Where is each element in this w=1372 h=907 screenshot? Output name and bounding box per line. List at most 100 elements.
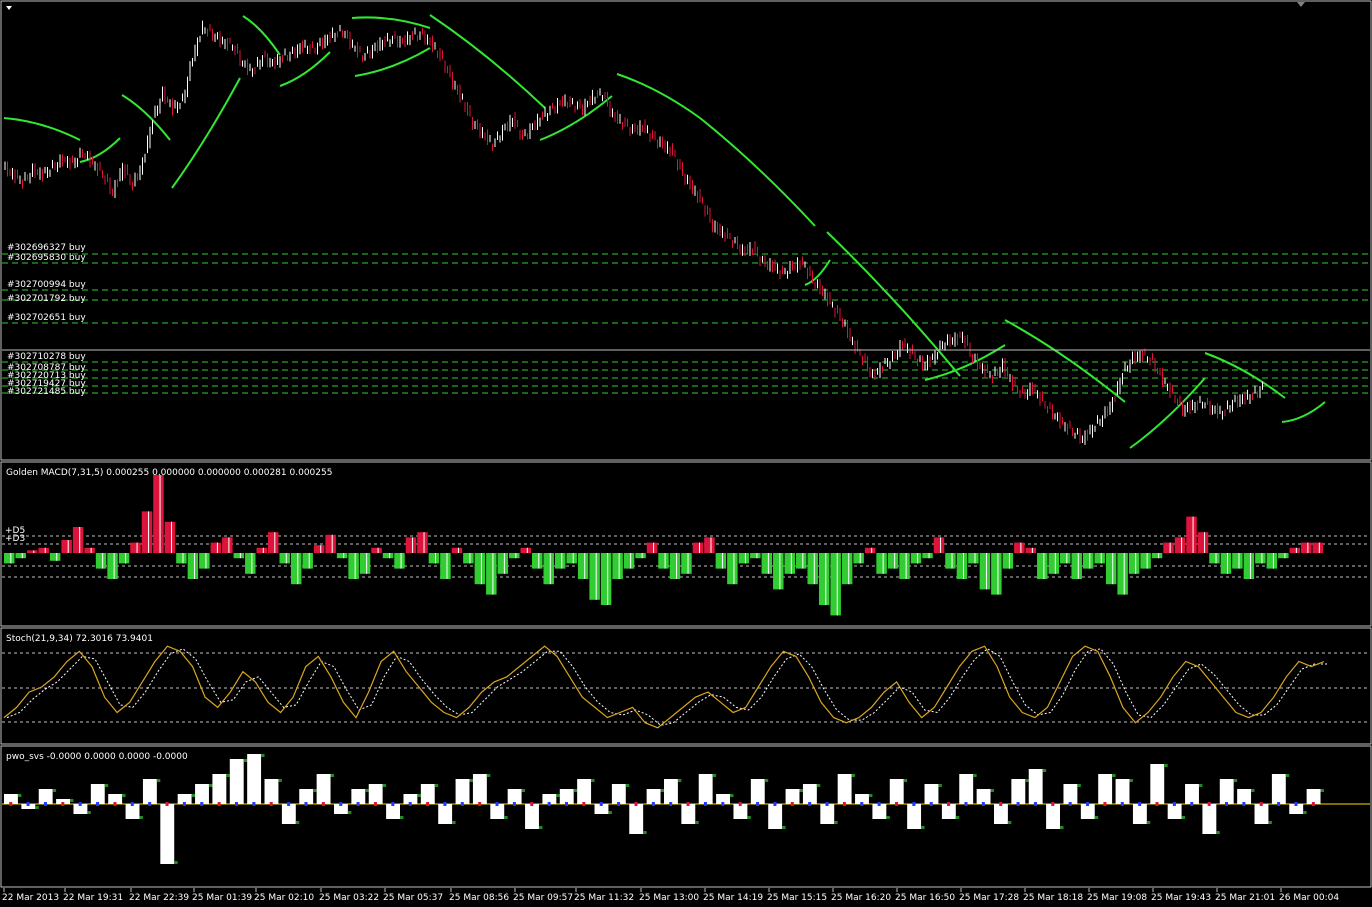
time-label: 25 Mar 21:01 [1215, 893, 1275, 903]
pwo-edge [625, 784, 630, 787]
macd-bar-highlight [779, 553, 781, 590]
pwo-edge [1181, 816, 1186, 819]
stoch-title: Stoch(21,9,34) 72.3016 73.9401 [6, 634, 153, 644]
macd-bar [61, 540, 72, 553]
macd-bar [1220, 553, 1232, 574]
pwo-bar [1254, 804, 1269, 824]
macd-bar [474, 553, 486, 585]
macd-bar-highlight [193, 553, 195, 579]
pwo-marker [947, 802, 951, 806]
macd-bar [336, 553, 348, 559]
pwo-edge [591, 779, 595, 782]
stoch-panel[interactable] [0, 627, 1372, 745]
pwo-edge [903, 779, 908, 782]
pwo-marker [1207, 802, 1211, 806]
macd-bar-highlight [56, 553, 58, 561]
macd-bar [348, 553, 359, 579]
pwo-marker [1016, 802, 1020, 806]
macd-bar [704, 537, 715, 553]
pwo-bar [1132, 804, 1147, 824]
macd-bar-highlight [469, 553, 471, 564]
pwo-edge [1112, 774, 1116, 777]
macd-bar-highlight [1158, 553, 1160, 559]
pwo-marker [912, 802, 916, 806]
macd-bar-highlight [515, 553, 517, 559]
macd-bar [245, 553, 256, 574]
macd-bar-highlight [67, 540, 69, 553]
macd-bar [669, 553, 681, 579]
pwo-bar [820, 804, 835, 824]
time-label: 25 Mar 16:20 [831, 893, 891, 903]
macd-bar [268, 532, 279, 553]
pwo-bar [1011, 779, 1026, 804]
macd-bar-highlight [1227, 553, 1229, 574]
macd-bar-highlight [503, 553, 505, 574]
time-label: 25 Mar 08:56 [449, 893, 509, 903]
macd-bar-highlight [1146, 553, 1148, 569]
order-label: #302695830 buy [7, 253, 86, 263]
pwo-bar [681, 804, 696, 824]
macd-bar [313, 545, 325, 553]
macd-bar [933, 537, 945, 553]
time-label: 25 Mar 05:37 [383, 893, 443, 903]
macd-bar-highlight [1238, 553, 1240, 569]
macd-bar-highlight [951, 553, 953, 569]
pwo-bar [768, 804, 783, 829]
pwo-edge [573, 789, 578, 792]
macd-bar [979, 553, 991, 590]
pwo-edge [1285, 774, 1290, 777]
time-label: 25 Mar 18:18 [1023, 893, 1083, 903]
pwo-edge [1198, 784, 1203, 787]
pwo-marker [443, 802, 447, 806]
pwo-edge [747, 816, 751, 819]
pwo-marker [321, 802, 325, 806]
pwo-marker [981, 802, 985, 806]
pwo-edge [886, 816, 890, 819]
pwo-marker [165, 802, 169, 806]
time-label: 25 Mar 11:32 [574, 893, 634, 903]
pwo-marker [1190, 802, 1194, 806]
pwo-bar [455, 779, 470, 804]
macd-bar [853, 553, 864, 564]
pwo-marker [929, 802, 933, 806]
pwo-bar [941, 804, 956, 819]
macd-bar-highlight [756, 553, 758, 559]
macd-bar [1232, 553, 1243, 569]
macd-bar [153, 475, 164, 553]
macd-bar-highlight [767, 553, 769, 574]
macd-bar [589, 553, 600, 600]
macd-bar [451, 547, 463, 553]
macd-bar-highlight [790, 553, 792, 574]
pwo-bar [195, 784, 209, 804]
macd-bar [394, 553, 405, 569]
macd-bar-highlight [44, 547, 46, 553]
main-chart-panel[interactable] [0, 0, 1372, 461]
pwo-marker [269, 802, 273, 806]
pwo-edge [868, 794, 873, 797]
macd-bar [623, 553, 635, 569]
pwo-edge [1146, 821, 1151, 824]
macd-bar-highlight [1100, 553, 1102, 564]
macd-bar-highlight [400, 553, 402, 569]
pwo-edge [1268, 821, 1272, 824]
pwo-bar [160, 804, 175, 864]
pwo-bar [924, 784, 939, 804]
pwo-edge [556, 794, 560, 797]
macd-bar-highlight [802, 553, 804, 569]
pwo-bar [698, 774, 713, 804]
pwo-bar [229, 759, 244, 804]
pwo-bar [664, 779, 678, 804]
pwo-marker [1242, 802, 1246, 806]
macd-bar [543, 553, 554, 585]
pwo-edge [295, 821, 300, 824]
macd-bar [681, 553, 692, 574]
pwo-bar [1185, 784, 1199, 804]
pwo-marker [756, 802, 760, 806]
pwo-edge [1320, 789, 1324, 792]
pwo-bar [959, 774, 974, 804]
pwo-marker [1033, 802, 1037, 806]
order-label: #302710278 buy [7, 352, 86, 362]
macd-bar [991, 553, 1002, 595]
terminal-chart-window[interactable]: #302696327 buy#302695830 buy #302700994 b… [0, 0, 1372, 907]
pwo-edge [938, 784, 942, 787]
